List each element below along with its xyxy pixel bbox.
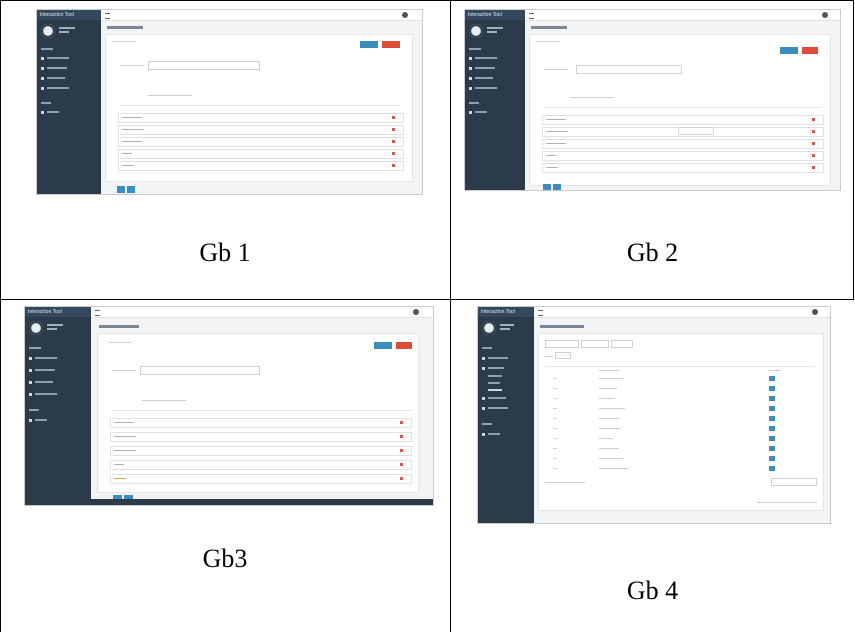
- save-button[interactable]: [780, 47, 798, 54]
- content-panel: [105, 34, 413, 182]
- avatar: [482, 321, 496, 335]
- cancel-button[interactable]: [396, 342, 412, 349]
- top-navbar: [91, 307, 433, 318]
- pagination[interactable]: [771, 478, 817, 486]
- input-field[interactable]: [576, 65, 682, 74]
- sidebar: Interaction Tool: [37, 10, 101, 194]
- screenshot-gb3: Interaction Tool: [25, 307, 433, 505]
- page-size-select[interactable]: [555, 352, 571, 359]
- grid-border-top: [0, 0, 854, 1]
- avatar: [41, 24, 55, 38]
- sidebar: Interaction Tool: [478, 307, 534, 523]
- tab-1[interactable]: [545, 340, 579, 348]
- input-field[interactable]: [140, 366, 260, 375]
- caption-gb1: Gb 1: [199, 238, 251, 267]
- top-navbar: [525, 10, 840, 21]
- app-brand: Interaction Tool: [478, 307, 534, 317]
- caption-gb3: Gb3: [202, 544, 248, 573]
- content-panel: [97, 333, 419, 493]
- taskbar: [25, 499, 433, 505]
- screenshot-gb2: Interaction Tool: [465, 10, 840, 190]
- caption-gb2: Gb 2: [626, 238, 679, 267]
- user-icon[interactable]: [413, 309, 419, 315]
- menu-icon[interactable]: [538, 310, 543, 316]
- screenshot-gb4: Interaction Tool: [478, 307, 830, 523]
- cancel-button[interactable]: [382, 41, 400, 48]
- grid-divider-horizontal: [0, 299, 854, 300]
- tab-2[interactable]: [581, 340, 609, 348]
- screenshot-gb1: Interaction Tool: [37, 10, 422, 194]
- sidebar: Interaction Tool: [25, 307, 91, 505]
- user-icon[interactable]: [812, 309, 818, 315]
- menu-icon[interactable]: [529, 13, 534, 19]
- avatar: [469, 24, 483, 38]
- avatar: [29, 321, 43, 335]
- grid-border-left: [0, 0, 1, 632]
- tab-3[interactable]: [611, 340, 633, 348]
- grid-divider-vertical: [450, 0, 451, 632]
- app-brand: Interaction Tool: [37, 10, 101, 20]
- content-panel: [538, 333, 824, 511]
- menu-icon[interactable]: [95, 310, 100, 316]
- save-button[interactable]: [374, 342, 392, 349]
- top-navbar: [101, 10, 422, 21]
- save-button[interactable]: [360, 41, 378, 48]
- app-brand: Interaction Tool: [465, 10, 525, 20]
- caption-gb4: Gb 4: [626, 576, 679, 605]
- user-icon[interactable]: [822, 12, 828, 18]
- input-field[interactable]: [148, 61, 260, 70]
- menu-icon[interactable]: [105, 13, 110, 19]
- cancel-button[interactable]: [802, 47, 818, 54]
- top-navbar: [534, 307, 830, 318]
- user-icon[interactable]: [402, 12, 408, 18]
- sidebar: Interaction Tool: [465, 10, 525, 190]
- content-panel: [529, 34, 831, 186]
- app-brand: Interaction Tool: [25, 307, 91, 317]
